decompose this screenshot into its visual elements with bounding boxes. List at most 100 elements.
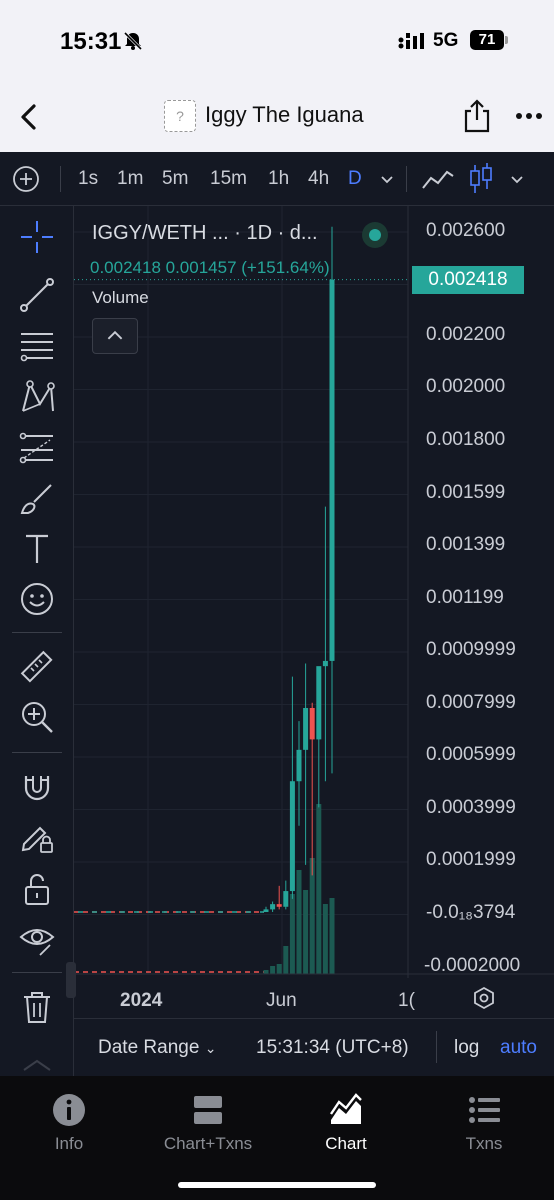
tab-chart-txns[interactable]: Chart+Txns [148,1092,268,1162]
candle-body [283,891,289,907]
status-bar: 15:31 5G 71 [0,0,554,84]
interval-1s[interactable]: 1s [78,168,98,190]
unlock-icon[interactable] [18,870,56,908]
settings-hexagon-icon[interactable] [472,986,496,1010]
text-icon[interactable] [18,530,56,568]
chevron-down-icon[interactable] [508,170,526,188]
price-axis-label: 0.001599 [426,482,506,503]
horizontal-lines-icon[interactable] [18,326,56,364]
volume-bar [309,858,315,974]
fib-icon[interactable] [18,428,56,466]
current-price-tag: 0.002418 [412,266,524,294]
price-axis-label: 0.0007999 [426,692,516,713]
timezone-clock[interactable]: 15:31:34 (UTC+8) [256,1037,409,1059]
volume-bar [316,804,322,974]
status-time: 15:31 [60,28,122,55]
candle-body [316,666,322,740]
interval-1m[interactable]: 1m [117,168,143,190]
tab-label: Txns [465,1134,503,1153]
chevron-down-icon[interactable] [378,170,396,188]
tab-info[interactable]: Info [9,1092,129,1162]
price-axis-label: 0.0005999 [426,744,516,765]
chart-toolbar: 1s 1m 5m 15m 1h 4h D [0,152,554,206]
toolbar-divider [12,752,62,753]
chart-footer: Date Range ⌄ 15:31:34 (UTC+8) log auto [74,1018,554,1076]
ruler-icon[interactable] [18,648,56,686]
add-indicator-button[interactable] [12,165,40,193]
tab-label: Chart [325,1134,367,1153]
interval-4h[interactable]: 4h [308,168,329,190]
share-button[interactable] [462,98,492,134]
brush-icon[interactable] [18,480,56,518]
battery-indicator: 71 [470,30,504,50]
page-title: Iggy The Iguana [205,102,364,127]
candle-body [296,749,302,782]
price-axis-label: 0.002000 [426,376,506,397]
zoom-in-icon[interactable] [18,698,56,736]
nav-header: ? Iggy The Iguana [0,84,554,152]
candle-body [270,904,276,910]
tab-label: Chart+Txns [163,1134,253,1153]
toolbar-divider [12,632,62,633]
magnet-icon[interactable] [18,768,56,806]
price-axis-label: 0.001399 [426,534,506,555]
price-chart[interactable]: IGGY/WETH ... · 1D · d... 0.002418 0.001… [74,206,554,1011]
trash-icon[interactable] [18,988,56,1026]
volume-bar [322,904,328,974]
chart-widget: 1s 1m 5m 15m 1h 4h D IGGY/WETH ... · 1D … [0,152,554,1076]
tab-txns[interactable]: Txns [424,1092,544,1162]
bell-muted-icon [123,31,143,51]
price-axis-label: 0.0003999 [426,797,516,818]
price-axis-label: 0.0001999 [426,849,516,870]
interval-1h[interactable]: 1h [268,168,289,190]
crosshair-icon[interactable] [18,218,56,256]
candle-body [329,279,335,661]
back-button[interactable] [14,100,44,134]
interval-d[interactable]: D [348,168,362,190]
volume-bar [270,966,276,974]
list-icon [469,1097,500,1123]
home-indicator [178,1182,376,1188]
toolbar-divider [60,166,61,192]
volume-bars [263,804,335,974]
battery-tip [505,36,508,44]
price-axis-label: 0.002600 [426,220,506,241]
more-options-button[interactable] [514,106,544,126]
emoji-icon[interactable] [18,580,56,618]
time-axis-label: 2024 [120,990,163,1011]
candlestick-icon[interactable] [468,162,494,196]
interval-5m[interactable]: 5m [162,168,188,190]
price-axis-label: 0.001199 [426,587,504,608]
line-chart-icon[interactable] [420,164,456,194]
time-axis-label: Jun [266,990,297,1011]
volume-bar [303,890,309,974]
price-axis-label: -0.0₁₈3794 [426,902,516,923]
scroll-handle[interactable] [66,962,76,998]
interval-15m[interactable]: 15m [210,168,247,190]
volume-bar [296,870,302,974]
trend-line-icon[interactable] [18,276,56,314]
candle-body [276,904,282,907]
pattern-icon[interactable] [18,378,56,416]
legend-symbol[interactable]: IGGY/WETH ... · 1D · d... [92,222,318,245]
lock-drawing-icon[interactable] [18,818,56,856]
volume-legend[interactable]: Volume [92,288,149,308]
candle-body [289,781,295,892]
split-view-icon [194,1096,222,1124]
date-range-button[interactable]: Date Range ⌄ [98,1037,216,1059]
info-icon [53,1094,85,1126]
eye-icon[interactable] [18,920,56,958]
volume-bar [289,894,295,974]
auto-scale-toggle[interactable]: auto [500,1037,537,1059]
signal-icon [398,33,424,49]
log-scale-toggle[interactable]: log [454,1037,479,1059]
token-logo: ? [164,100,196,132]
tab-chart[interactable]: Chart [286,1092,406,1162]
network-type: 5G [433,30,459,51]
toolbar-divider [406,166,407,192]
drawing-toolbar [0,206,74,1076]
collapse-legend-button[interactable] [92,318,138,354]
footer-divider [436,1031,437,1063]
price-axis-label: 0.002200 [426,324,506,345]
legend-status-dot [362,222,388,248]
